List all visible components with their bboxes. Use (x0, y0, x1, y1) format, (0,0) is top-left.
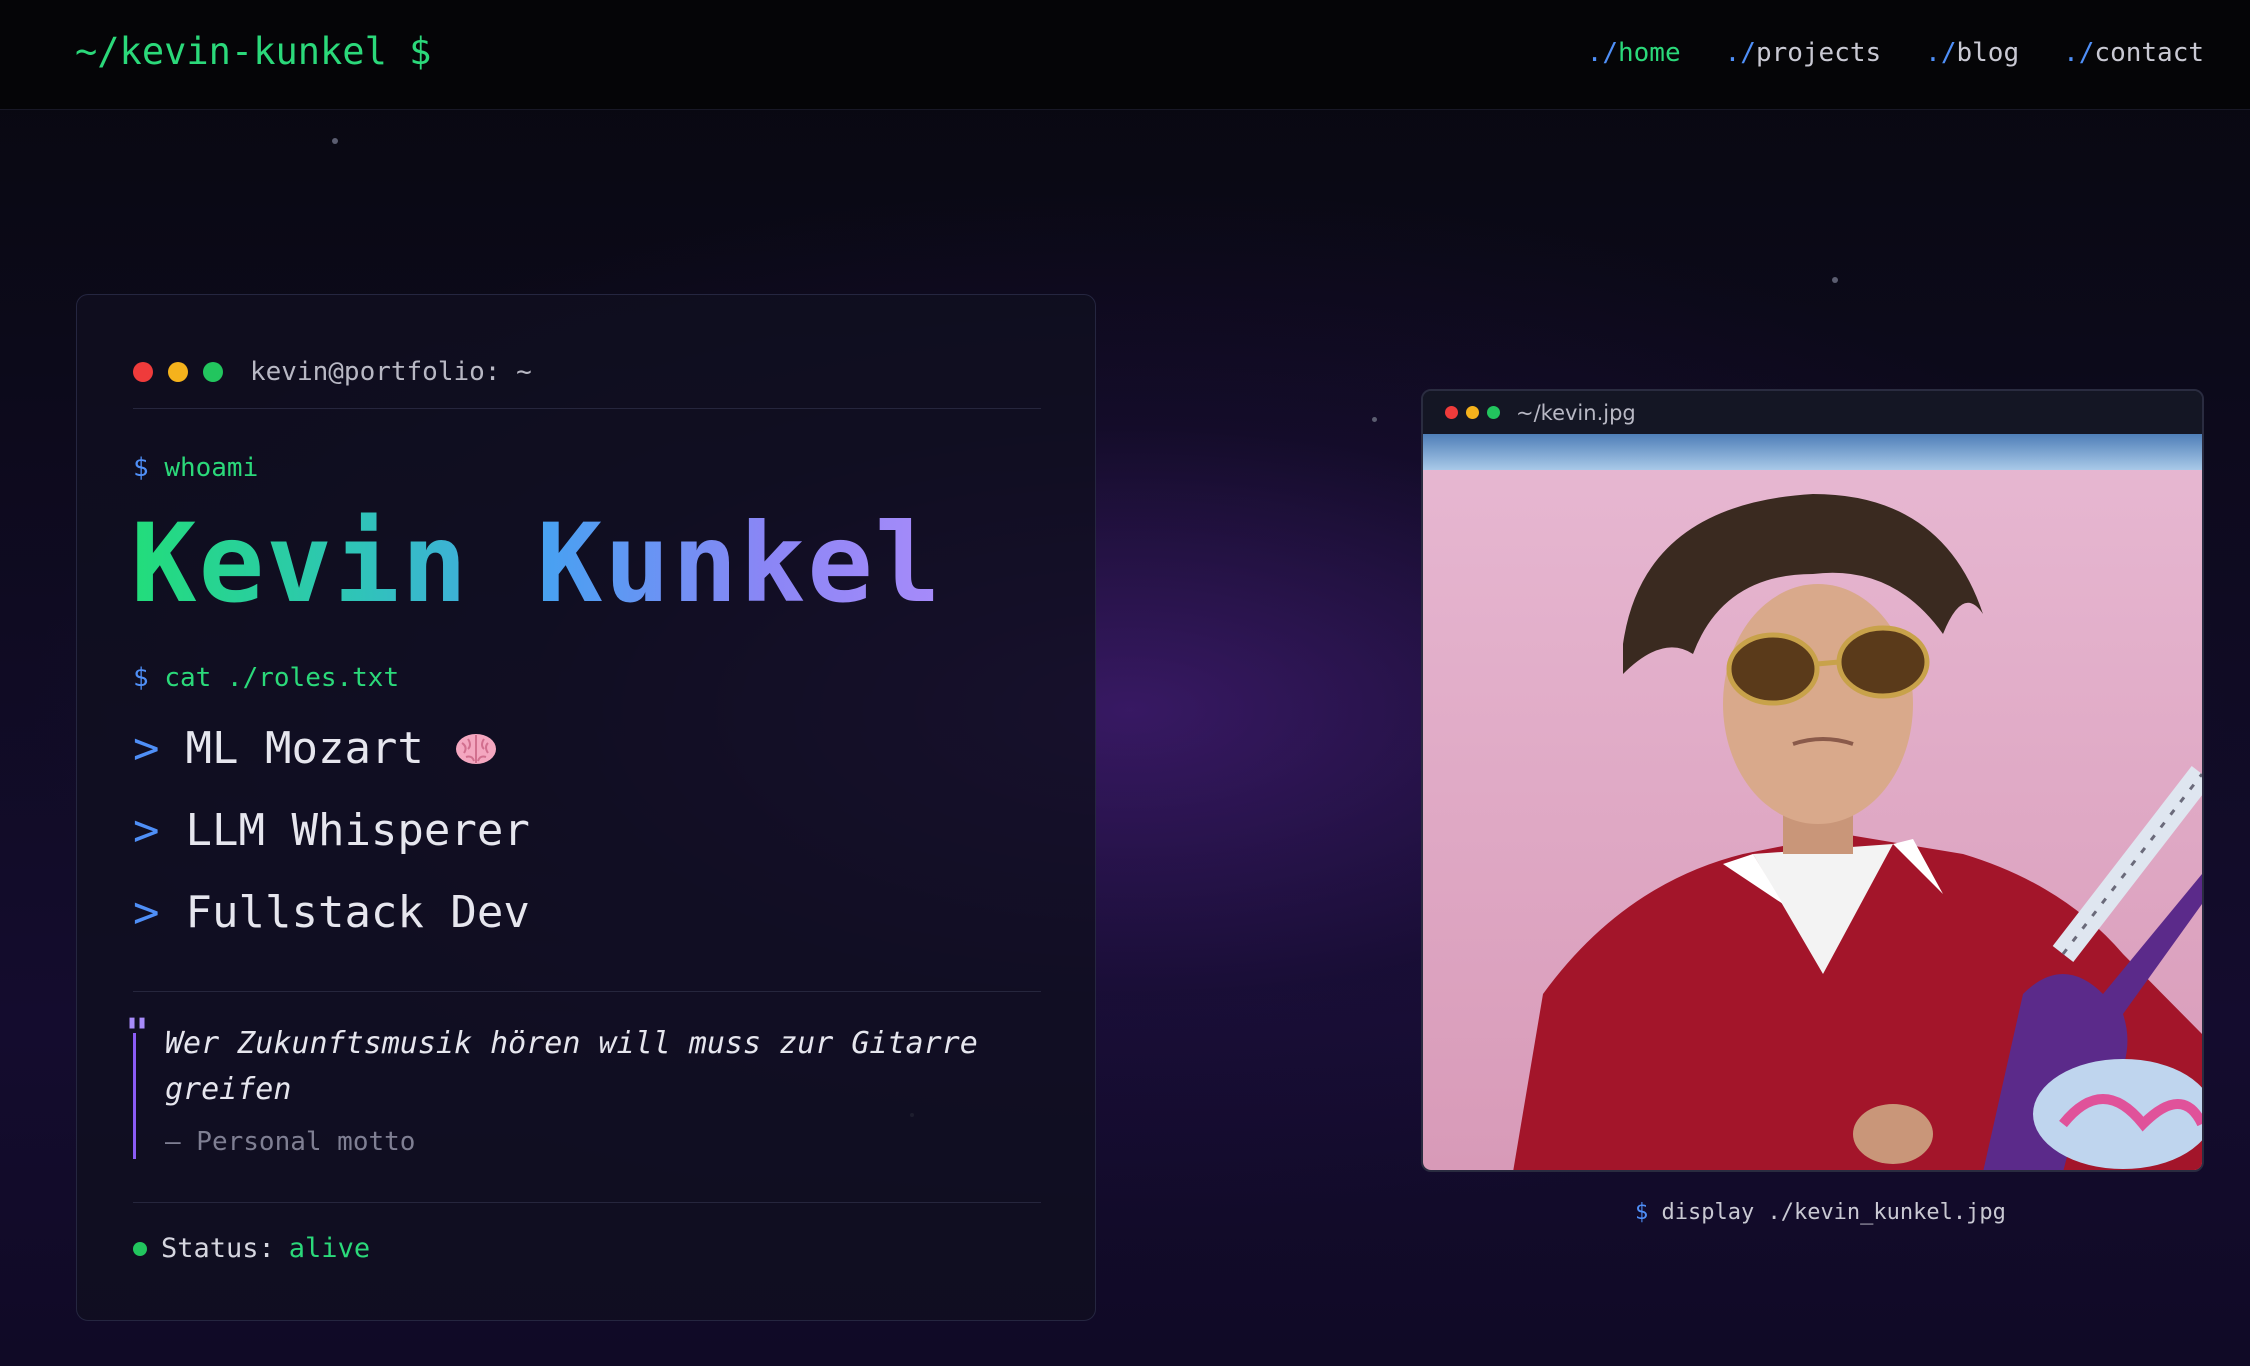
nav-label: blog (1956, 38, 2020, 68)
nav-home-link[interactable]: ./home (1587, 38, 1681, 68)
maximize-window-dot (1487, 406, 1500, 419)
section-divider (133, 1202, 1041, 1203)
nav-prefix: ./ (2063, 38, 2095, 68)
portrait-photo (1423, 434, 2202, 1170)
caption-text: display ./kevin_kunkel.jpg (1661, 1200, 2006, 1225)
role-label: LLM Whisperer (185, 805, 530, 856)
maximize-window-dot (203, 362, 223, 382)
role-marker: > (133, 805, 160, 856)
quote-border (133, 1033, 136, 1159)
titlebar-divider (133, 408, 1041, 409)
quote-attribution: — Personal motto (165, 1127, 416, 1157)
whoami-command: $ whoami (133, 453, 258, 483)
nav-projects-link[interactable]: ./projects (1725, 38, 1882, 68)
brain-icon (455, 733, 496, 764)
quote-mark-icon: " (125, 1011, 150, 1057)
image-window: ~/kevin.jpg (1421, 389, 2204, 1172)
nav-prefix: ./ (1724, 38, 1756, 68)
image-caption: $ display ./kevin_kunkel.jpg (1635, 1200, 2006, 1225)
prompt-symbol: $ (133, 663, 149, 693)
role-label: ML Mozart (185, 723, 424, 774)
status-label: Status: (161, 1233, 275, 1264)
nav-prefix: ./ (1925, 38, 1957, 68)
image-window-titlebar: ~/kevin.jpg (1423, 391, 2202, 434)
terminal-titlebar: kevin@portfolio: ~ (133, 357, 532, 387)
section-divider (133, 991, 1041, 992)
role-item: > LLM Whisperer (133, 805, 530, 856)
close-window-dot (1445, 406, 1458, 419)
command-text: cat ./roles.txt (164, 663, 400, 693)
status-value: alive (288, 1233, 371, 1264)
name-heading: Kevin Kunkel (131, 500, 943, 627)
background-star (1372, 417, 1377, 422)
role-marker: > (133, 723, 160, 774)
close-window-dot (133, 362, 153, 382)
role-item: > Fullstack Dev (133, 887, 530, 938)
background-star (332, 138, 338, 144)
minimize-window-dot (1466, 406, 1479, 419)
main-nav: ./home ./projects ./blog ./contact (1587, 38, 2204, 68)
nav-label: projects (1755, 38, 1882, 68)
nav-label: home (1618, 38, 1681, 68)
site-logo[interactable]: ~/kevin-kunkel $ (75, 30, 431, 73)
nav-prefix: ./ (1586, 38, 1618, 68)
role-label: Fullstack Dev (185, 887, 530, 938)
nav-label: contact (2094, 38, 2204, 68)
image-window-title: ~/kevin.jpg (1516, 400, 1636, 425)
role-item: > ML Mozart (133, 723, 498, 774)
status-indicator-icon (133, 1241, 147, 1256)
command-text: whoami (164, 453, 259, 483)
nav-blog-link[interactable]: ./blog (1925, 38, 2019, 68)
terminal-title: kevin@portfolio: ~ (250, 357, 532, 387)
nav-contact-link[interactable]: ./contact (2063, 38, 2204, 68)
minimize-window-dot (168, 362, 188, 382)
roles-command: $ cat ./roles.txt (133, 663, 399, 693)
site-header: ~/kevin-kunkel $ ./home ./projects ./blo… (0, 0, 2250, 110)
prompt-symbol: $ (133, 453, 149, 483)
motto-quote: Wer Zukunftsmusik hören will muss zur Gi… (165, 1026, 978, 1107)
status-line: Status: alive (133, 1233, 370, 1264)
background-star (1832, 277, 1838, 283)
role-marker: > (133, 887, 160, 938)
terminal-card: kevin@portfolio: ~ $ whoami Kevin Kunkel… (76, 294, 1096, 1321)
prompt-symbol: $ (1635, 1200, 1649, 1225)
